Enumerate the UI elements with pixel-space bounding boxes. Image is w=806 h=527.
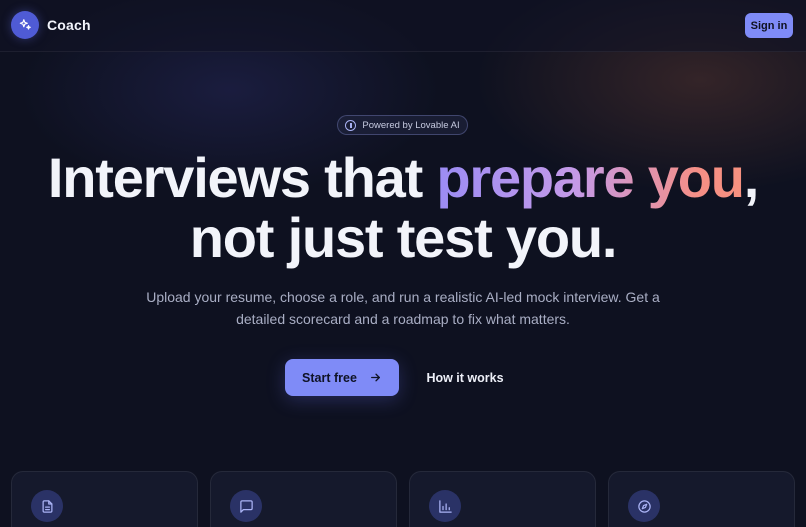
start-free-label: Start free (302, 370, 357, 385)
headline-line2: not just test you. (189, 206, 618, 269)
start-free-button[interactable]: Start free (285, 359, 399, 396)
feature-card-roadmap (608, 471, 795, 527)
feature-card-resume (11, 471, 198, 527)
arrow-right-icon (370, 373, 380, 382)
file-text-icon (31, 490, 63, 522)
compass-icon (628, 490, 660, 522)
message-square-icon (230, 490, 262, 522)
feature-card-scorecard (409, 471, 596, 527)
headline-comma: , (743, 146, 760, 209)
headline-part1: Interviews that (47, 146, 437, 209)
feature-card-interview (210, 471, 397, 527)
powered-by-text: Powered by Lovable AI (362, 119, 460, 131)
logo[interactable]: Coach (11, 11, 91, 39)
logo-text: Coach (47, 17, 91, 33)
powered-by-badge: Powered by Lovable AI (337, 115, 468, 135)
headline-highlight: prepare you (436, 146, 745, 209)
brain-icon (345, 119, 357, 131)
sparkles-icon (11, 11, 39, 39)
sign-in-button[interactable]: Sign in (745, 13, 793, 38)
landing-page: Coach Sign in Powered by Lovable AI Inte… (0, 0, 806, 527)
top-navigation: Coach Sign in (0, 0, 806, 52)
hero-subtitle: Upload your resume, choose a role, and r… (146, 289, 660, 327)
hero-headline: Interviews that prepare you, not just te… (0, 148, 806, 268)
how-it-works-button[interactable]: How it works (419, 359, 511, 396)
bar-chart-icon (429, 490, 461, 522)
